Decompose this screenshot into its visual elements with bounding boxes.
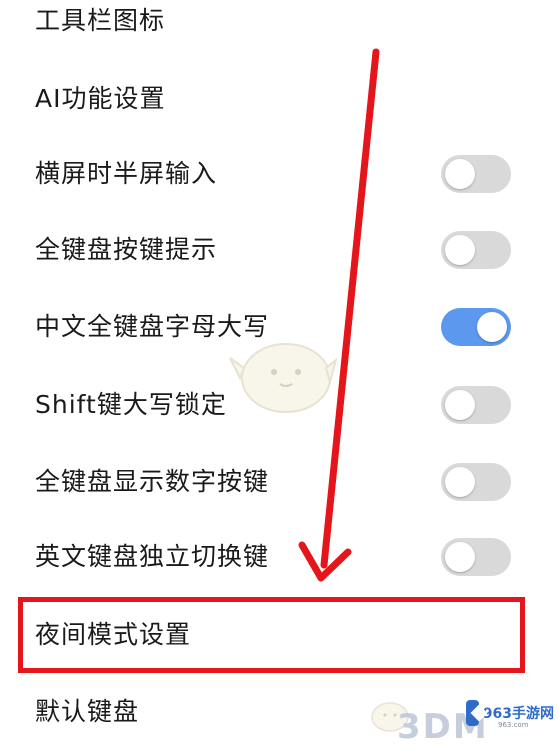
settings-item-number-keys[interactable]: 全键盘显示数字按键 bbox=[0, 443, 559, 521]
settings-item-label: 全键盘按键提示 bbox=[35, 235, 218, 264]
settings-item-english-switch-key[interactable]: 英文键盘独立切换键 bbox=[0, 518, 559, 596]
settings-item-label: 夜间模式设置 bbox=[35, 620, 192, 649]
settings-item-label: AI功能设置 bbox=[35, 84, 166, 113]
toggle-knob bbox=[477, 312, 507, 342]
toggle-knob bbox=[445, 159, 475, 189]
cube-logo-icon bbox=[466, 700, 479, 726]
settings-item-label: 默认键盘 bbox=[35, 697, 140, 726]
settings-item-label: Shift键大写锁定 bbox=[35, 390, 227, 419]
settings-item-label: 全键盘显示数字按键 bbox=[35, 467, 270, 496]
settings-item-label: 工具栏图标 bbox=[35, 6, 166, 35]
toggle-knob bbox=[445, 235, 475, 265]
toggle-knob bbox=[445, 390, 475, 420]
settings-item-night-mode[interactable]: 夜间模式设置 bbox=[0, 596, 559, 674]
key-hint-toggle[interactable] bbox=[441, 231, 511, 269]
settings-item-toolbar-icons[interactable]: 工具栏图标 bbox=[0, 0, 559, 60]
settings-item-label: 中文全键盘字母大写 bbox=[35, 312, 270, 341]
settings-item-shift-caps-lock[interactable]: Shift键大写锁定 bbox=[0, 366, 559, 444]
site-logo-watermark: 963手游网 963.com bbox=[466, 693, 554, 733]
settings-item-chinese-uppercase[interactable]: 中文全键盘字母大写 bbox=[0, 288, 559, 366]
shift-caps-lock-toggle[interactable] bbox=[441, 386, 511, 424]
toggle-knob bbox=[445, 542, 475, 572]
settings-item-ai-features[interactable]: AI功能设置 bbox=[0, 60, 559, 138]
settings-item-label: 英文键盘独立切换键 bbox=[35, 542, 270, 571]
number-keys-toggle[interactable] bbox=[441, 463, 511, 501]
toggle-knob bbox=[445, 467, 475, 497]
settings-item-landscape-half-screen[interactable]: 横屏时半屏输入 bbox=[0, 135, 559, 213]
landscape-half-screen-toggle[interactable] bbox=[441, 155, 511, 193]
site-domain: 963.com bbox=[498, 721, 529, 729]
settings-list: 工具栏图标 AI功能设置 横屏时半屏输入 全键盘按键提示 中文全键盘字母大写 S… bbox=[0, 0, 559, 743]
site-name: 963手游网 bbox=[482, 706, 554, 722]
english-switch-key-toggle[interactable] bbox=[441, 538, 511, 576]
settings-item-label: 横屏时半屏输入 bbox=[35, 159, 218, 188]
settings-item-key-hint[interactable]: 全键盘按键提示 bbox=[0, 211, 559, 289]
chinese-uppercase-toggle[interactable] bbox=[441, 308, 511, 346]
